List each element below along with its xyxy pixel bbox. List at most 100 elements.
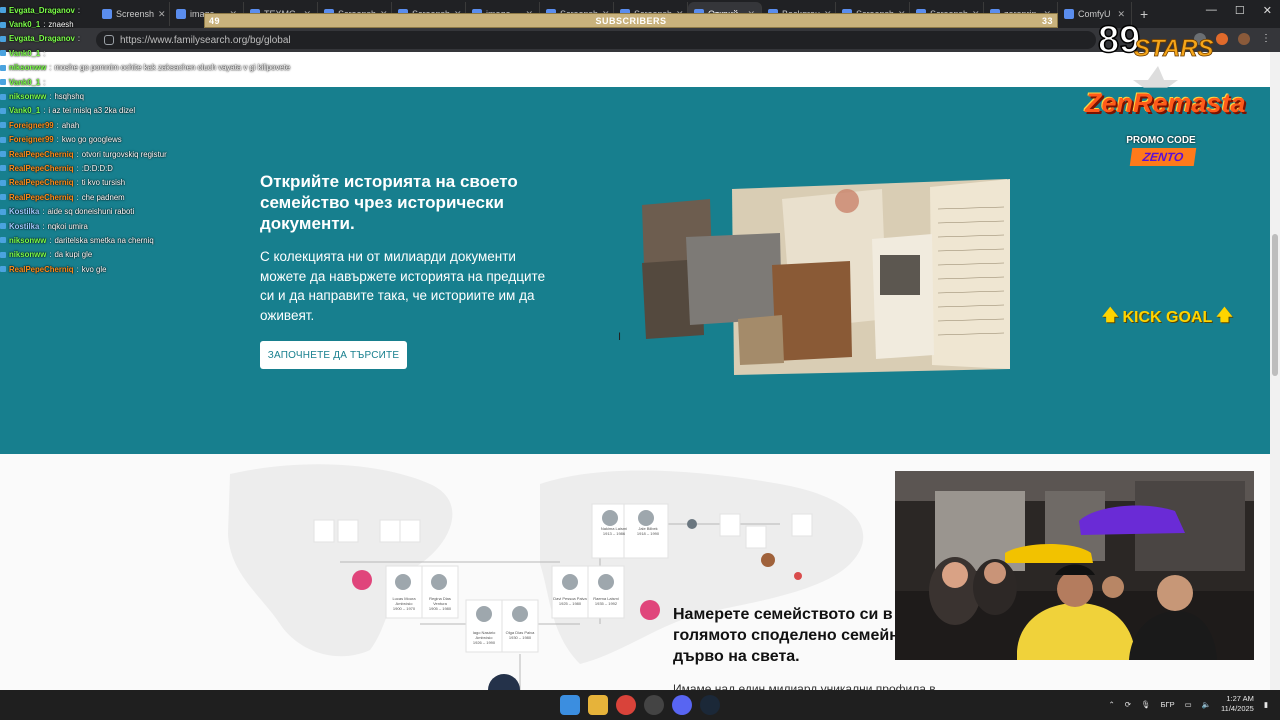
chat-badge-icon xyxy=(0,35,6,42)
chat-username[interactable]: niksonww xyxy=(9,250,46,259)
close-window-icon[interactable]: ✕ xyxy=(1263,4,1272,17)
screen: Screensh✕image✕TEXMC✕Screensh✕Screensh✕i… xyxy=(0,0,1280,720)
tree-person-card[interactable]: Regina Dias Ventura 1905 – 1980 xyxy=(422,596,458,611)
chat-badge-icon xyxy=(0,107,6,114)
chat-text: che padnem xyxy=(81,192,125,202)
chat-username[interactable]: Vank0_1 xyxy=(9,106,40,115)
tree-person-card[interactable]: Davi Pessoa Paiva 1925 – 1980 xyxy=(552,596,588,606)
chat-message: RealPepeCherniq: che padnem xyxy=(0,190,300,204)
profile-avatar-icon[interactable] xyxy=(1238,33,1250,45)
chat-message: Foreigner99: kwo go googlews xyxy=(0,133,300,147)
chat-message: Vank0_1: xyxy=(0,46,300,60)
subscribers-goal: 33 xyxy=(1041,15,1053,26)
chat-text: znaesh xyxy=(48,20,74,30)
chat-separator: : xyxy=(49,235,52,245)
tree-person-card[interactable]: Lucas Moura Ambrósio 1900 – 1970 xyxy=(386,596,422,611)
chat-badge-icon xyxy=(0,266,6,273)
maximize-icon[interactable]: ☐ xyxy=(1235,4,1245,17)
section-text: Имаме над един милиард уникални профила … xyxy=(673,682,936,690)
promo-code-value: ZENTO xyxy=(1129,148,1197,166)
chat-separator: : xyxy=(76,264,79,274)
chat-separator: : xyxy=(43,48,46,58)
steam-icon[interactable] xyxy=(700,695,720,715)
chat-badge-icon xyxy=(0,208,6,215)
chat-username[interactable]: Vank0_1 xyxy=(9,78,40,87)
hero-title: Открийте историята на своето семейство ч… xyxy=(260,172,518,233)
chat-text: ti kvo tursish xyxy=(81,178,126,188)
chat-message: niksonww: moshe go pomnim ochite kak zaks… xyxy=(0,61,300,75)
chevron-up-icon[interactable]: ⌃ xyxy=(1108,700,1114,709)
taskbar-apps xyxy=(560,695,720,715)
chat-username[interactable]: Kostilka xyxy=(9,207,39,216)
chat-username[interactable]: RealPepeCherniq xyxy=(9,178,74,187)
network-icon[interactable]: ▭ xyxy=(1185,700,1192,709)
chat-text: i az tei mislq a3 2ka dizel xyxy=(48,106,136,116)
text-cursor-icon: I xyxy=(618,331,622,343)
stars-label: STARS xyxy=(1134,35,1214,62)
page-scrollbar[interactable] xyxy=(1270,52,1280,690)
chat-message: RealPepeCherniq::D:D:D:D xyxy=(0,161,300,175)
chat-username[interactable]: RealPepeCherniq xyxy=(9,193,74,202)
tree-person-card[interactable]: Raema Laismi 1935 – 1992 xyxy=(588,596,624,606)
chat-message: Vank0_1: znaesh xyxy=(0,17,300,31)
chat-separator: : xyxy=(49,92,52,102)
system-tray: ⌃ ⟳ 🎙 БГР ▭ 🔈 1:27 AM 11/4/2025 ▮ xyxy=(1108,694,1268,714)
chat-text: kvo gle xyxy=(81,264,107,274)
chat-separator: : xyxy=(77,34,81,44)
scrollbar-thumb[interactable] xyxy=(1272,234,1278,376)
chat-text: daritelska smetka na cherniq xyxy=(54,235,154,245)
clock[interactable]: 1:27 AM 11/4/2025 xyxy=(1221,694,1254,714)
chat-separator: : xyxy=(49,250,52,260)
tree-person-card[interactable]: Jale Bilbek 1918 – 1990 xyxy=(630,526,666,536)
chat-badge-icon xyxy=(0,165,6,172)
menu-icon[interactable]: ⋮ xyxy=(1260,33,1272,45)
language-indicator[interactable]: БГР xyxy=(1161,700,1175,709)
chat-text: ahah xyxy=(61,120,80,130)
chat-separator: : xyxy=(76,192,79,202)
start-search-button[interactable]: ЗАПОЧНЕТЕ ДА ТЪРСИТЕ xyxy=(260,341,407,369)
tree-person-card[interactable]: Olga Dias Paiva 1930 – 1980 xyxy=(502,630,538,640)
chrome-icon[interactable] xyxy=(616,695,636,715)
chat-message: Evgata_Draganov: xyxy=(0,3,300,17)
chat-separator: : xyxy=(42,207,45,217)
chat-separator: : xyxy=(42,221,45,231)
chat-username[interactable]: Evgata_Draganov xyxy=(9,6,75,15)
chat-message: niksonww: daritelska smetka na cherniq xyxy=(0,233,300,247)
clock-date: 11/4/2025 xyxy=(1221,704,1254,713)
chat-separator: : xyxy=(56,120,59,130)
chat-message: Kostilka: nqkoi umira xyxy=(0,219,300,233)
brand-logo-overlay: ZenRemasta PROMO CODE ZENTO xyxy=(1085,88,1246,172)
chat-username[interactable]: RealPepeCherniq xyxy=(9,265,74,274)
chat-username[interactable]: Kostilka xyxy=(9,222,39,231)
tree-person-card[interactable]: Iago Nasário Ambrósio 1926 – 1990 xyxy=(466,630,502,645)
chat-username[interactable]: RealPepeCherniq xyxy=(9,150,74,159)
stream-chat-overlay: Evgata_Draganov: Vank0_1: znaesh Evgata_Dra… xyxy=(0,3,300,276)
tree-person-card[interactable]: Nakima Laismi 1913 – 1986 xyxy=(596,526,632,536)
chat-username[interactable]: Evgata_Draganov xyxy=(9,34,75,43)
chat-separator: : xyxy=(49,63,52,73)
chat-username[interactable]: niksonww xyxy=(9,236,46,245)
chat-username[interactable]: Vank0_1 xyxy=(9,20,40,29)
chat-badge-icon xyxy=(0,151,6,158)
notifications-icon[interactable]: ▮ xyxy=(1264,700,1268,709)
chat-username[interactable]: niksonww xyxy=(9,92,46,101)
chat-username[interactable]: Vank0_1 xyxy=(9,49,40,58)
volume-icon[interactable]: 🔈 xyxy=(1202,700,1211,709)
kick-goal-label: KICK GOAL xyxy=(1122,308,1213,326)
chat-message: RealPepeCherniq: kvo gle xyxy=(0,262,300,276)
chat-message: Kostilka: aide sq doneishuni raboti xyxy=(0,204,300,218)
chat-message: Evgata_Draganov: xyxy=(0,32,300,46)
microphone-icon[interactable]: 🎙 xyxy=(1141,700,1151,709)
chat-username[interactable]: Foreigner99 xyxy=(9,121,54,130)
chat-text: hsqhshq xyxy=(54,92,84,102)
chat-username[interactable]: niksonww xyxy=(9,63,46,72)
sync-icon[interactable]: ⟳ xyxy=(1125,700,1131,709)
chat-username[interactable]: RealPepeCherniq xyxy=(9,164,74,173)
discord-icon[interactable] xyxy=(672,695,692,715)
start-menu-icon[interactable] xyxy=(560,695,580,715)
chat-badge-icon xyxy=(0,93,6,100)
file-explorer-icon[interactable] xyxy=(588,695,608,715)
chat-username[interactable]: Foreigner99 xyxy=(9,135,54,144)
app-icon[interactable] xyxy=(644,695,664,715)
subscribers-goal-bar: 49 SUBSCRIBERS 33 xyxy=(204,13,1058,28)
